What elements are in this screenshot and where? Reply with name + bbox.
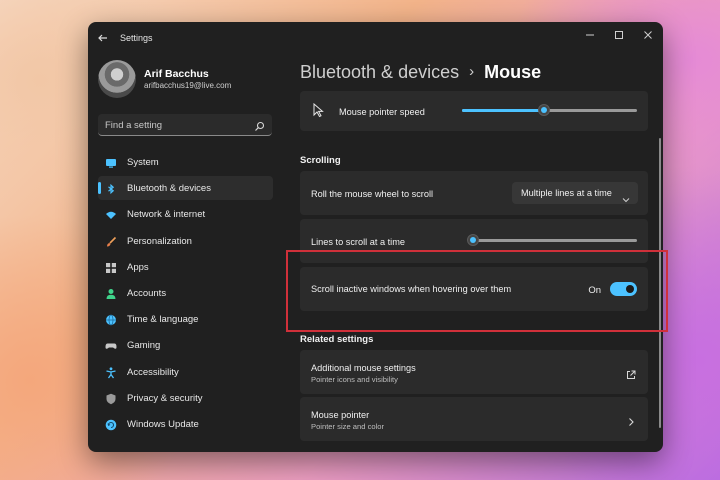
sidebar-item-privacy-security[interactable]: Privacy & security xyxy=(98,386,273,410)
sidebar-nav: System Bluetooth & devices Network & int… xyxy=(98,150,273,438)
wheel-scroll-card: Roll the mouse wheel to scroll Multiple … xyxy=(300,171,648,215)
sidebar-item-label: Privacy & security xyxy=(127,392,203,404)
active-indicator xyxy=(98,182,101,195)
monitor-icon xyxy=(105,156,117,168)
search-placeholder: Find a setting xyxy=(105,120,163,131)
scrolling-heading: Scrolling xyxy=(300,155,341,166)
close-icon[interactable] xyxy=(641,28,655,42)
globe-icon xyxy=(105,313,117,326)
sidebar-item-label: Gaming xyxy=(127,340,161,352)
apps-icon xyxy=(105,261,117,273)
sidebar-item-network-internet[interactable]: Network & internet xyxy=(98,202,273,226)
related-settings-heading: Related settings xyxy=(300,334,374,345)
shield-icon xyxy=(105,392,117,404)
bluetooth-icon xyxy=(105,182,117,195)
mouse-pointer-icon xyxy=(313,102,325,123)
sidebar-item-system[interactable]: System xyxy=(98,150,273,174)
person-icon xyxy=(105,287,117,299)
brush-icon xyxy=(105,235,117,247)
sidebar-item-gaming[interactable]: Gaming xyxy=(98,333,273,357)
lines-to-scroll-slider[interactable] xyxy=(467,234,637,246)
chevron-right-icon xyxy=(626,414,636,426)
search-icon[interactable] xyxy=(254,119,265,131)
breadcrumb-separator: › xyxy=(469,63,475,80)
additional-mouse-settings-link[interactable]: Additional mouse settings Pointer icons … xyxy=(300,350,648,394)
slider-fill xyxy=(462,109,545,112)
minimize-icon[interactable] xyxy=(583,28,597,42)
accessibility-icon xyxy=(105,366,117,378)
dropdown-value: Multiple lines at a time xyxy=(521,188,612,198)
highlight-box xyxy=(286,250,668,332)
related-item-title: Additional mouse settings xyxy=(311,363,416,373)
search-input[interactable]: Find a setting xyxy=(98,114,272,136)
mouse-pointer-link[interactable]: Mouse pointer Pointer size and color xyxy=(300,397,648,441)
sidebar-item-accessibility[interactable]: Accessibility xyxy=(98,360,273,384)
sidebar-item-label: Windows Update xyxy=(127,418,199,430)
pointer-speed-card: Mouse pointer speed xyxy=(300,91,648,131)
wifi-icon xyxy=(105,208,117,220)
breadcrumb: Bluetooth & devices › Mouse xyxy=(300,62,541,86)
sidebar-item-label: Apps xyxy=(127,261,149,273)
page-title: Mouse xyxy=(484,62,542,82)
sidebar-item-accounts[interactable]: Accounts xyxy=(98,281,273,305)
sidebar-item-bluetooth-devices[interactable]: Bluetooth & devices xyxy=(98,176,273,201)
avatar xyxy=(98,60,136,98)
sidebar-item-label: Time & language xyxy=(127,314,199,326)
wheel-scroll-label: Roll the mouse wheel to scroll xyxy=(311,189,434,199)
pointer-speed-slider[interactable] xyxy=(462,104,637,116)
lines-to-scroll-label: Lines to scroll at a time xyxy=(311,237,405,247)
external-link-icon xyxy=(626,367,636,379)
related-item-title: Mouse pointer xyxy=(311,410,370,420)
chevron-down-icon xyxy=(622,190,630,203)
sidebar-item-time-language[interactable]: Time & language xyxy=(98,307,273,331)
breadcrumb-parent[interactable]: Bluetooth & devices xyxy=(300,62,459,82)
sidebar-item-label: System xyxy=(127,157,159,168)
slider-thumb[interactable] xyxy=(538,104,551,116)
sidebar-item-windows-update[interactable]: Windows Update xyxy=(98,412,273,436)
sidebar-item-apps[interactable]: Apps xyxy=(98,255,273,279)
sidebar-item-personalization[interactable]: Personalization xyxy=(98,229,273,253)
maximize-icon[interactable] xyxy=(612,28,626,42)
related-item-subtitle: Pointer size and color xyxy=(311,422,385,431)
pointer-speed-label: Mouse pointer speed xyxy=(339,107,425,117)
settings-window: Settings Arif Bacchus arifbacchus19@live… xyxy=(88,22,663,452)
wheel-scroll-dropdown[interactable]: Multiple lines at a time xyxy=(512,182,638,204)
gamepad-icon xyxy=(105,339,117,351)
app-title: Settings xyxy=(120,33,153,43)
back-arrow-icon[interactable] xyxy=(96,31,110,45)
slider-thumb[interactable] xyxy=(467,234,480,246)
sidebar-item-label: Bluetooth & devices xyxy=(127,183,211,195)
sidebar-item-label: Network & internet xyxy=(127,209,206,221)
user-name: Arif Bacchus xyxy=(144,68,209,80)
sidebar-item-label: Accessibility xyxy=(127,366,179,378)
sidebar-item-label: Personalization xyxy=(127,235,192,247)
user-email: arifbacchus19@live.com xyxy=(144,81,232,90)
title-bar: Settings xyxy=(88,22,663,54)
related-item-subtitle: Pointer icons and visibility xyxy=(311,375,398,384)
sidebar-item-label: Accounts xyxy=(127,287,167,299)
update-icon xyxy=(105,418,117,431)
